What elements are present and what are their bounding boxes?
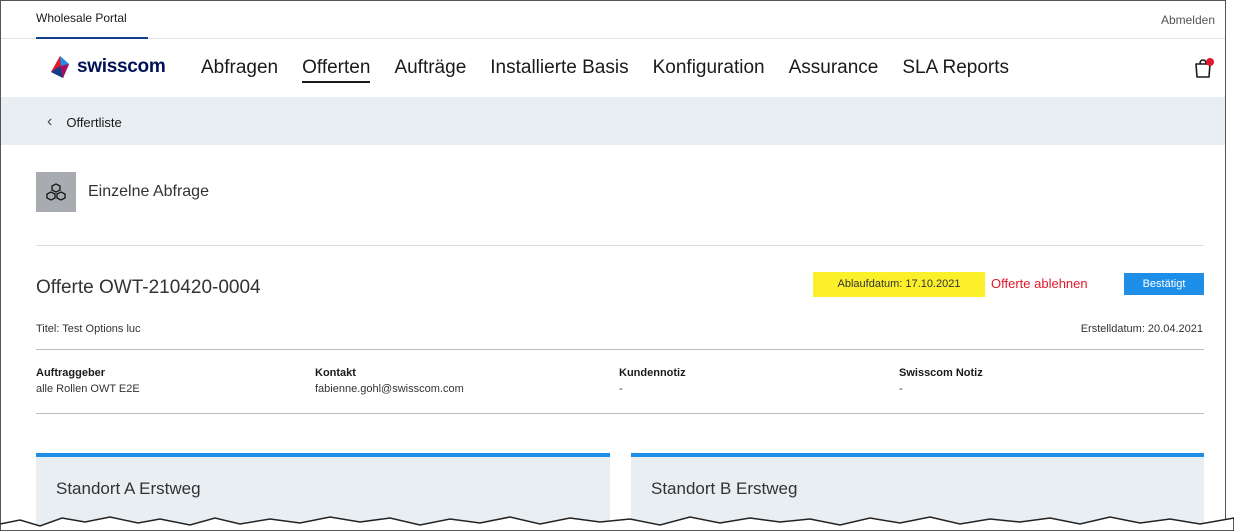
utility-bar: Wholesale Portal Abmelden — [1, 1, 1225, 39]
offer-subtitle: Titel: Test Options luc — [36, 323, 141, 335]
swisscom-logo[interactable]: swisscom — [47, 54, 166, 80]
chevron-left-icon: ‹ — [47, 113, 53, 130]
info-label: Auftraggeber — [36, 367, 106, 379]
nav-item-auftraege[interactable]: Aufträge — [394, 57, 466, 83]
brand-name: swisscom — [77, 56, 166, 77]
info-label: Swisscom Notiz — [899, 367, 983, 379]
nav-item-konfiguration[interactable]: Konfiguration — [653, 57, 765, 83]
cart-badge — [1206, 58, 1214, 66]
section-title: Einzelne Abfrage — [88, 183, 209, 200]
page-frame: Wholesale Portal Abmelden swisscom Abfra… — [0, 0, 1226, 531]
card-title: Standort A Erstweg — [56, 479, 201, 498]
cart-icon[interactable] — [1193, 57, 1215, 79]
info-value: - — [899, 383, 903, 395]
status-badge: Bestätigt — [1124, 273, 1204, 295]
divider — [36, 349, 1204, 350]
info-label: Kundennotiz — [619, 367, 686, 379]
breadcrumb-back-label: Offertliste — [66, 114, 122, 130]
info-value: - — [619, 383, 623, 395]
nav-item-assurance[interactable]: Assurance — [789, 57, 879, 83]
divider — [36, 413, 1204, 414]
info-label: Kontakt — [315, 367, 356, 379]
section-heading: Einzelne Abfrage — [36, 172, 209, 212]
info-value: fabienne.gohl@swisscom.com — [315, 383, 464, 395]
swisscom-lifeform-icon — [51, 56, 69, 78]
nav-items: Abfragen Offerten Aufträge Installierte … — [201, 57, 1033, 83]
main-navigation: swisscom Abfragen Offerten Aufträge Inst… — [1, 39, 1225, 97]
info-kundennotiz: Kundennotiz - — [619, 367, 686, 395]
decline-offer-link[interactable]: Offerte ablehnen — [991, 276, 1088, 291]
info-value: alle Rollen OWT E2E — [36, 383, 140, 395]
info-kontakt: Kontakt fabienne.gohl@swisscom.com — [315, 367, 464, 395]
divider — [36, 245, 1204, 246]
wholesale-portal-tab[interactable]: Wholesale Portal — [36, 1, 148, 39]
created-date: Erstelldatum: 20.04.2021 — [1080, 323, 1203, 335]
nav-item-offerten[interactable]: Offerten — [302, 57, 371, 83]
nav-item-sla-reports[interactable]: SLA Reports — [902, 57, 1009, 83]
nav-item-installierte-basis[interactable]: Installierte Basis — [490, 57, 628, 83]
expiry-date-badge: Ablaufdatum: 17.10.2021 — [813, 272, 985, 297]
offer-title: Offerte OWT-210420-0004 — [36, 277, 261, 298]
nav-item-abfragen[interactable]: Abfragen — [201, 57, 278, 83]
breadcrumb[interactable]: ‹ Offertliste — [47, 113, 122, 131]
info-swisscom-notiz: Swisscom Notiz - — [899, 367, 983, 395]
card-title: Standort B Erstweg — [651, 479, 798, 498]
logout-link[interactable]: Abmelden — [1161, 13, 1215, 27]
torn-edge — [0, 516, 1234, 531]
cubes-icon — [36, 172, 76, 212]
info-auftraggeber: Auftraggeber alle Rollen OWT E2E — [36, 367, 140, 395]
breadcrumb-bar: ‹ Offertliste — [1, 97, 1225, 145]
